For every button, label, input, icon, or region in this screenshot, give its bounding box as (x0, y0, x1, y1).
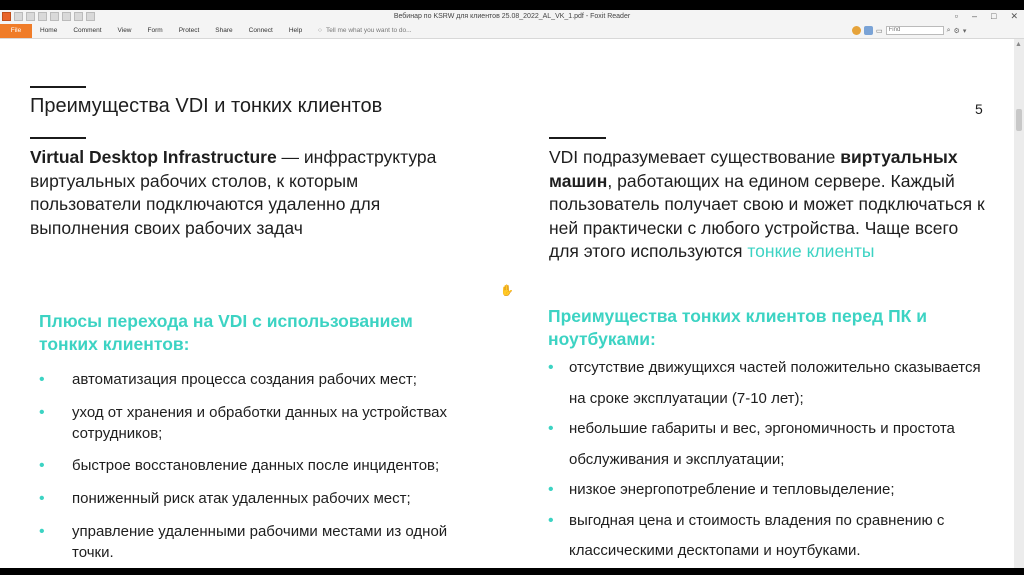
screen-icon[interactable]: ▭ (876, 27, 883, 35)
bullet-dot-icon: • (39, 404, 45, 421)
list-item: • быстрое восстановление данных после инц… (39, 455, 489, 488)
list-item-text: низкое энергопотребление и тепловыделени… (569, 481, 895, 498)
list-item: • управление удаленными рабочими местами … (39, 521, 489, 565)
bullet-dot-icon: • (548, 420, 554, 437)
bullet-dot-icon: • (548, 481, 554, 498)
list-item: • пониженный риск атак удаленных рабочих … (39, 488, 489, 521)
tell-me-text: Tell me what you want to do... (325, 27, 412, 34)
list-item-text: управление удаленными рабочими местами и… (72, 523, 448, 561)
list-item-text: автоматизация процесса создания рабочих … (72, 371, 417, 388)
list-item-text: уход от хранения и обработки данных на у… (72, 404, 448, 442)
tell-me-box[interactable]: ○ Tell me what you want to do... (318, 24, 412, 38)
tab-help[interactable]: Help (289, 24, 302, 38)
close-icon[interactable]: ✕ (1010, 11, 1018, 22)
tab-share[interactable]: Share (215, 24, 232, 38)
tab-connect[interactable]: Connect (249, 24, 273, 38)
chevron-down-icon[interactable]: ▾ (963, 27, 967, 35)
list-item-text: отсутствие движущихся частей положительн… (569, 359, 981, 407)
list-item-text: выгодная цена и стоимость владения по ср… (569, 511, 945, 560)
chat-icon[interactable] (864, 26, 873, 35)
bullet-dot-icon: • (39, 457, 45, 474)
hand-cursor-icon: ✋ (500, 285, 514, 297)
tab-home[interactable]: Home (40, 24, 57, 38)
right-heading: Преимущества тонких клиентов перед ПК и … (548, 306, 927, 349)
minimize-icon[interactable]: – (972, 11, 977, 22)
list-item: • выгодная цена и стоимость владения по с… (548, 506, 998, 567)
right-intro: VDI подразумевает существование виртуаль… (549, 146, 989, 264)
list-item-text: небольшие габариты и вес, эргономичность… (569, 420, 955, 468)
vdi-term: Virtual Desktop Infrastructure (30, 147, 277, 167)
file-menu[interactable]: File (0, 24, 32, 38)
gear-icon[interactable]: ⚙ (954, 27, 960, 35)
list-item: • небольшие габариты и вес, эргономичност… (548, 414, 998, 475)
tab-form[interactable]: Form (148, 24, 163, 38)
right-intro-part1: VDI подразумевает существование (549, 147, 841, 167)
tab-protect[interactable]: Protect (179, 24, 200, 38)
lightbulb-icon: ○ (318, 27, 322, 34)
left-heading: Плюсы перехода на VDI с использованием т… (39, 311, 413, 354)
list-item: • уход от хранения и обработки данных на … (39, 402, 489, 455)
bullet-dot-icon: • (548, 359, 554, 376)
search-icon[interactable]: ⌕ (947, 27, 951, 35)
bullet-dot-icon: • (39, 523, 45, 540)
list-item-text: быстрое восстановление данных после инци… (72, 457, 440, 474)
bullet-dot-icon: • (39, 371, 45, 388)
scrollbar-thumb[interactable] (1016, 109, 1022, 131)
right-rule (549, 137, 606, 139)
ribbon-options-icon[interactable]: ▫ (955, 11, 958, 22)
maximize-icon[interactable]: □ (991, 11, 996, 22)
tab-comment[interactable]: Comment (73, 24, 101, 38)
find-input[interactable] (885, 26, 944, 35)
left-rule (30, 137, 86, 139)
list-item-text: пониженный риск атак удаленных рабочих м… (72, 490, 411, 507)
left-intro: Virtual Desktop Infrastructure — инфраст… (30, 146, 470, 240)
bullet-dot-icon: • (548, 511, 554, 529)
window-controls: ▫ – □ ✕ (955, 11, 1018, 22)
left-bullet-list: • автоматизация процесса создания рабочих… (39, 369, 489, 565)
toolbar-right: ▭ ⌕ ⚙ ▾ (852, 26, 966, 35)
sign-in-icon[interactable] (852, 26, 861, 35)
scroll-up-icon[interactable]: ▲ (1015, 41, 1022, 48)
menu-bar: File Home Comment View Form Protect Shar… (0, 24, 1024, 39)
title-bar: Вебинар по KSRW для клиентов 25.08_2022_… (0, 10, 1024, 24)
list-item: • низкое энергопотребление и тепловыделен… (548, 475, 998, 506)
slide-title: Преимущества VDI и тонких клиентов (30, 95, 383, 117)
window-title: Вебинар по KSRW для клиентов 25.08_2022_… (393, 13, 631, 20)
document-page: Преимущества VDI и тонких клиентов 5 Vir… (0, 39, 1014, 568)
right-bullet-list: • отсутствие движущихся частей положитель… (548, 353, 998, 567)
tab-view[interactable]: View (118, 24, 132, 38)
title-rule (30, 86, 86, 88)
vertical-scrollbar[interactable]: ▲ (1014, 39, 1024, 568)
list-item: • автоматизация процесса создания рабочих… (39, 369, 489, 402)
bullet-dot-icon: • (39, 490, 45, 507)
thin-clients-term: тонкие клиенты (747, 241, 875, 261)
list-item: • отсутствие движущихся частей положитель… (548, 353, 998, 414)
ribbon-tabs: Home Comment View Form Protect Share Con… (40, 24, 302, 38)
page-number: 5 (975, 101, 983, 117)
